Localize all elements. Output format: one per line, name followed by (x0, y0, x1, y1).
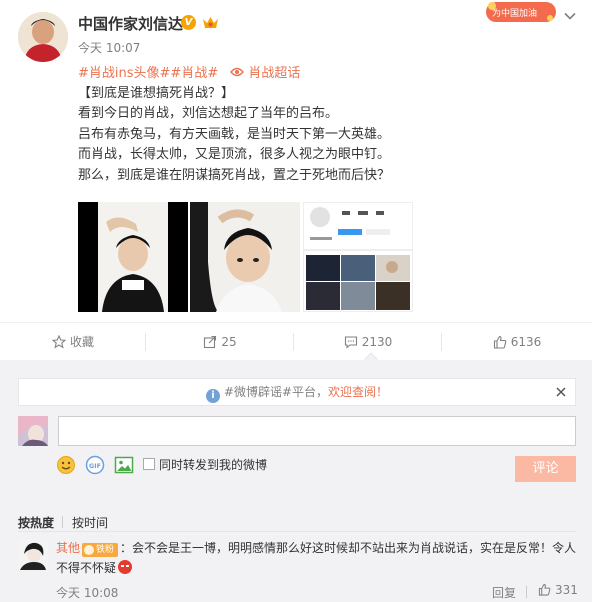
comment-item: 其他 铁粉 ：会不会是王一博，明明感情那么好这时候却不站出来为肖战说话，实在是反常！… (56, 538, 578, 578)
rumor-notice-text[interactable]: i #微博辟谣#平台，欢迎查阅！ (19, 379, 575, 406)
topic-tag-1[interactable]: #肖战ins头像# (78, 66, 170, 81)
svg-text:GIF: GIF (89, 462, 101, 470)
topic-tags: #肖战ins头像##肖战# 肖战超话 (78, 62, 300, 81)
notice-highlight: 欢迎查阅！ (328, 385, 389, 399)
topic-tag-2[interactable]: #肖战# (170, 66, 218, 81)
commenter-avatar[interactable] (18, 540, 48, 570)
comment-input[interactable] (58, 416, 576, 446)
like-icon (493, 335, 507, 349)
post-image-1[interactable] (78, 202, 188, 312)
post-line: 看到今日的肖战，刘信达想起了当年的吕布。 (78, 106, 339, 122)
favorite-star-icon (51, 334, 67, 349)
fan-badge[interactable]: 铁粉 (82, 543, 119, 557)
like-icon (538, 583, 551, 596)
post-line: 吕布有赤兔马，有方天画戟，是当时天下第一大英雄。 (78, 126, 391, 142)
super-topic-link[interactable]: 肖战超话 (248, 66, 300, 81)
rumor-notice: i #微博辟谣#平台，欢迎查阅！ (18, 378, 576, 406)
repost-icon (204, 335, 217, 349)
sort-divider (62, 516, 63, 528)
gif-icon[interactable]: GIF (85, 455, 105, 475)
author-name[interactable]: 中国作家刘信达 (78, 13, 183, 34)
comment-count: 2130 (361, 335, 393, 349)
active-tab-arrow (364, 352, 378, 360)
weibo-post: 中国作家刘信达 V 今天 10:07 为中国加油 #肖战ins头像##肖战# 肖… (0, 0, 592, 322)
collapse-chevron-icon[interactable] (563, 9, 577, 23)
commenter-name[interactable]: 其他 (56, 541, 80, 555)
sort-by-time[interactable]: 按时间 (72, 514, 108, 531)
favorite-label: 收藏 (69, 335, 94, 349)
comment-time: 今天 10:08 (56, 586, 119, 600)
post-line: 那么，到底是谁在阴谋搞死肖战，置之于死地而后快？ (78, 167, 391, 183)
post-action-bar: 收藏 25 2130 6136 (0, 322, 592, 360)
submit-comment-button[interactable]: 评论 (515, 456, 576, 482)
comment-like-count: 331 (555, 583, 578, 597)
notice-prefix: #微博辟谣#平台， (223, 385, 329, 399)
post-time[interactable]: 今天 10:07 (78, 39, 140, 56)
repost-button[interactable]: 25 (146, 323, 294, 361)
like-count: 6136 (510, 335, 542, 349)
comment-like-button[interactable]: 331 (538, 583, 578, 597)
post-line: 【到底是谁想搞死肖战？】 (78, 86, 235, 101)
comment-actions-divider (526, 586, 527, 598)
event-banner-label: 为中国加油 (492, 9, 538, 19)
favorite-button[interactable]: 收藏 (0, 323, 146, 361)
post-line: 而肖战，长得太帅，又是顶流，很多人视之为眼中钉。 (78, 147, 391, 163)
repost-checkbox-label[interactable]: 同时转发到我的微博 (159, 456, 267, 473)
like-button[interactable]: 6136 (442, 323, 592, 361)
event-banner[interactable]: 为中国加油 (486, 0, 556, 24)
close-icon[interactable] (555, 386, 567, 398)
comment-icon (344, 336, 357, 349)
sort-divider-line (18, 531, 576, 532)
post-image-3[interactable] (303, 202, 413, 312)
image-icon[interactable] (114, 455, 134, 475)
super-topic-icon (230, 67, 245, 77)
author-avatar[interactable] (18, 12, 68, 62)
post-body: 【到底是谁想搞死肖战？】 看到今日的肖战，刘信达想起了当年的吕布。 吕布有赤兔马… (78, 84, 578, 186)
comment-section: i #微博辟谣#平台，欢迎查阅！ GIF 同时转发到我的微博 评论 按热度 按时间 (0, 360, 592, 602)
sort-by-hot[interactable]: 按热度 (18, 514, 54, 531)
comment-content: ：会不会是王一博，明明感情那么好这时候却不站出来为肖战说话，实在是反常！令人不得… (56, 541, 577, 575)
info-icon: i (205, 389, 220, 403)
post-image-2[interactable] (190, 202, 300, 312)
repost-count: 25 (221, 335, 237, 349)
reply-button[interactable]: 回复 (492, 584, 516, 601)
my-avatar[interactable] (18, 416, 48, 446)
angry-emoji-icon (118, 560, 133, 574)
vip-crown-icon[interactable] (202, 15, 219, 30)
emoji-icon[interactable] (56, 455, 76, 475)
verified-badge-icon: V (181, 15, 196, 30)
repost-checkbox[interactable] (143, 458, 155, 470)
